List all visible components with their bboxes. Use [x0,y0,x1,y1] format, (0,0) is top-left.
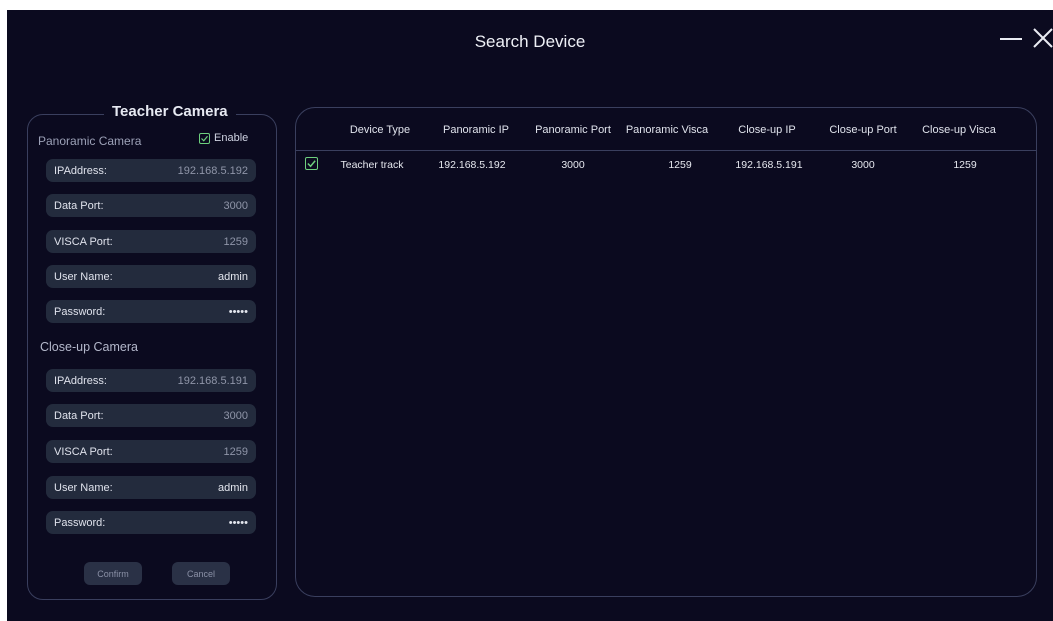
field-value: ••••• [228,305,248,318]
confirm-button[interactable]: Confirm [84,562,142,585]
panoramic-visca-port-field[interactable]: VISCA Port: 1259 [46,230,256,253]
field-label: VISCA Port: [54,445,113,458]
enable-checkbox[interactable]: Enable [199,132,248,144]
table-row[interactable]: Teacher track 192.168.5.192 3000 1259 19… [296,150,1036,178]
window-title: Search Device [474,32,586,51]
cell-panoramic-port: 3000 [561,159,585,171]
field-value: 192.168.5.191 [177,374,248,387]
field-label: Password: [54,305,106,318]
cell-closeup-ip: 192.168.5.191 [735,159,803,171]
panoramic-data-port-field[interactable]: Data Port: 3000 [46,194,256,217]
field-value: 1259 [223,445,248,458]
panoramic-username-field[interactable]: User Name: admin [46,265,256,288]
field-value: admin [218,481,248,494]
column-header-panoramic-ip: Panoramic IP [442,124,510,136]
column-header-panoramic-visca: Panoramic Visca [625,124,709,136]
cell-closeup-port: 3000 [851,159,875,171]
panoramic-ip-field[interactable]: IPAddress: 192.168.5.192 [46,159,256,182]
search-device-window: Search Device Teacher Camera Panoramic C… [7,10,1053,621]
cell-device-type: Teacher track [340,159,404,171]
panoramic-password-field[interactable]: Password: ••••• [46,300,256,323]
panoramic-camera-label: Panoramic Camera [38,134,142,148]
close-icon[interactable] [1029,24,1053,52]
column-header-closeup-ip: Close-up IP [738,124,796,136]
table-header: Device Type Panoramic IP Panoramic Port … [296,108,1036,151]
teacher-camera-title: Teacher Camera [104,103,236,120]
closeup-username-field[interactable]: User Name: admin [46,476,256,499]
teacher-camera-panel: Teacher Camera Panoramic Camera Enable I… [27,103,277,600]
field-label: Password: [54,516,106,529]
column-header-panoramic-port: Panoramic Port [535,124,611,136]
field-label: IPAddress: [54,374,107,387]
row-checkbox[interactable] [305,157,318,170]
closeup-data-port-field[interactable]: Data Port: 3000 [46,404,256,427]
title-bar: Search Device [7,10,1053,76]
closeup-ip-field[interactable]: IPAddress: 192.168.5.191 [46,369,256,392]
field-value: 192.168.5.192 [177,164,248,177]
enable-label: Enable [214,132,249,144]
field-label: User Name: [54,481,113,494]
field-label: Data Port: [54,199,104,212]
field-label: User Name: [54,270,113,283]
cancel-button[interactable]: Cancel [172,562,230,585]
field-value: 1259 [223,235,248,248]
field-label: VISCA Port: [54,235,113,248]
closeup-password-field[interactable]: Password: ••••• [46,511,256,534]
cell-panoramic-ip: 192.168.5.192 [438,159,506,171]
column-header-device-type: Device Type [349,124,411,136]
minimize-icon[interactable] [997,24,1025,52]
cell-panoramic-visca: 1259 [668,159,692,171]
closeup-visca-port-field[interactable]: VISCA Port: 1259 [46,440,256,463]
field-value: ••••• [228,516,248,529]
field-value: 3000 [223,199,248,212]
column-header-closeup-port: Close-up Port [829,124,897,136]
field-label: Data Port: [54,409,104,422]
device-table: Device Type Panoramic IP Panoramic Port … [295,107,1037,597]
field-value: 3000 [223,409,248,422]
column-header-closeup-visca: Close-up Visca [922,124,996,136]
closeup-camera-label: Close-up Camera [40,340,138,354]
field-value: admin [218,270,248,283]
cell-closeup-visca: 1259 [953,159,977,171]
checkbox-checked-icon [199,132,210,144]
field-label: IPAddress: [54,164,107,177]
